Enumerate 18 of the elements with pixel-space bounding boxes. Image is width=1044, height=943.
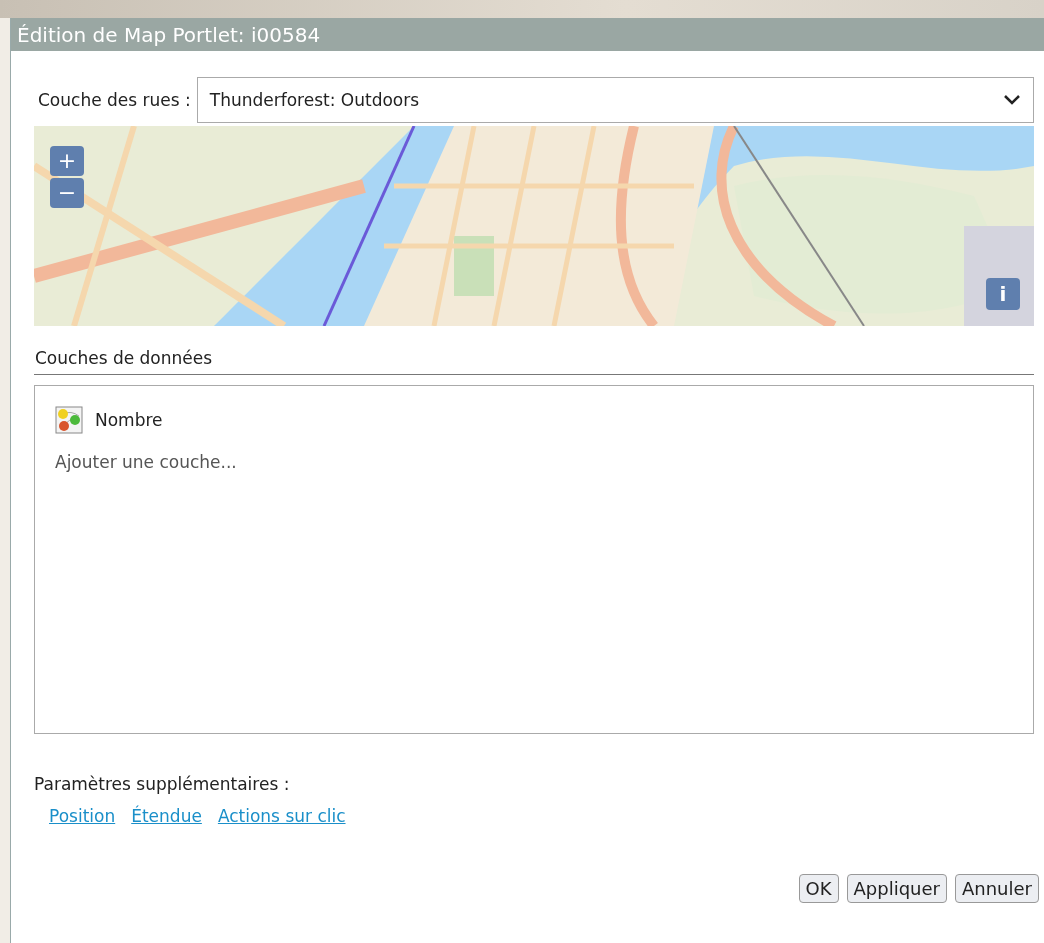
section-label: Paramètres supplémentaires : [34,774,291,794]
settings-link[interactable]: Étendue [131,806,202,826]
settings-link[interactable]: Actions sur clic [217,806,346,826]
dialog-button[interactable]: Appliquer [846,874,947,903]
window-title: Édition de Map Portlet: i00584 [17,22,321,47]
zoom-in-button[interactable]: + [50,146,84,176]
section-heading: Couches de données [34,348,1034,375]
field-label: Couche des rues : [38,90,191,110]
add-layer-link[interactable]: Ajouter une couche... [55,452,237,472]
layer-icon [55,406,83,434]
dialog-button[interactable]: Annuler [955,874,1039,903]
settings-link[interactable]: Position [49,806,116,826]
dialog-button[interactable]: OK [798,874,839,903]
layer-name[interactable]: Nombre [95,410,163,430]
info-button[interactable]: i [986,278,1020,310]
street-layer-dropdown[interactable]: Thunderforest: Outdoors [196,77,1034,123]
chevron-down-icon [1003,94,1021,106]
zoom-out-button[interactable]: − [50,178,84,208]
